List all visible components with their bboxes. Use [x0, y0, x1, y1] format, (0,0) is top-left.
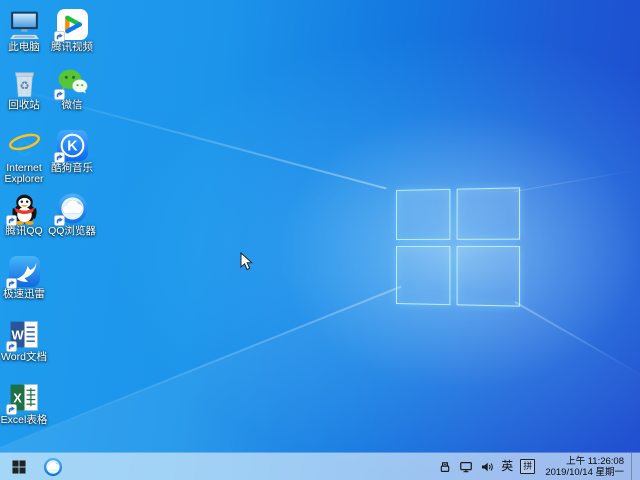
wechat-icon — [56, 66, 89, 99]
shortcut-arrow-icon — [6, 215, 17, 226]
desktop-icon-label: 微信 — [48, 100, 96, 111]
shortcut-arrow-icon — [54, 215, 65, 226]
windows-logo-pane — [457, 246, 520, 307]
windows-start-icon — [12, 460, 26, 474]
desktop-icon-tencent-video[interactable]: 腾讯视频 — [48, 8, 96, 53]
shortcut-arrow-icon — [54, 31, 65, 42]
desktop-icon-label: 酷狗音乐 — [48, 163, 96, 174]
word-icon — [8, 318, 41, 351]
wallpaper-windows-logo — [396, 187, 520, 306]
wallpaper-light-ray — [515, 301, 640, 376]
desktop-icon-label: Internet Explorer — [0, 163, 48, 185]
desktop-icon-word-doc[interactable]: Word文档 — [0, 318, 48, 363]
desktop-icon-label: 此电脑 — [0, 42, 48, 53]
desktop-icon-label: 腾讯视频 — [48, 42, 96, 53]
internet-explorer-icon — [8, 129, 41, 162]
desktop-icon-excel-sheet[interactable]: Excel表格 — [0, 381, 48, 426]
kugou-music-icon — [56, 129, 89, 162]
taskbar-clock[interactable]: 上午 11:26:08 2019/10/14 星期一 — [542, 456, 624, 478]
qq-browser-icon — [56, 192, 89, 225]
taskbar-pinned-qq-browser[interactable] — [38, 453, 68, 480]
windows-logo-pane — [396, 246, 450, 305]
clock-date: 2019/10/14 星期一 — [545, 467, 624, 478]
desktop-icon-recycle-bin[interactable]: 回收站 — [0, 66, 48, 111]
system-tray: 英 拼 上午 11:26:08 2019/10/14 星期一 — [438, 453, 640, 480]
wallpaper-light-ray — [515, 169, 640, 192]
desktop-icon-label: 腾讯QQ — [0, 226, 48, 237]
excel-icon — [8, 381, 41, 414]
desktop-icon-label: Word文档 — [0, 352, 48, 363]
show-desktop-button[interactable] — [631, 453, 637, 480]
desktop-icon-qq-browser[interactable]: QQ浏览器 — [48, 192, 96, 237]
wallpaper-light-wedge — [0, 280, 640, 480]
clock-time: 上午 11:26:08 — [545, 456, 624, 467]
thunder-icon — [8, 255, 41, 288]
usb-device-icon[interactable] — [438, 460, 452, 474]
desktop-icon-label: 极速迅雷 — [0, 289, 48, 300]
ime-pinyin-icon[interactable]: 拼 — [520, 459, 535, 474]
desktop-icon-label: Excel表格 — [0, 415, 48, 426]
network-icon[interactable] — [459, 460, 473, 474]
qq-browser-icon — [43, 457, 63, 477]
recycle-bin-icon — [8, 66, 41, 99]
windows-logo-pane — [457, 187, 520, 240]
desktop[interactable]: 此电脑腾讯视频回收站微信 Internet Explorer酷狗音乐腾讯QQQQ浏… — [0, 0, 640, 480]
desktop-icon-label: QQ浏览器 — [48, 226, 96, 237]
this-pc-icon — [8, 8, 41, 41]
taskbar: 英 拼 上午 11:26:08 2019/10/14 星期一 — [0, 453, 640, 480]
desktop-icon-tencent-qq[interactable]: 腾讯QQ — [0, 192, 48, 237]
desktop-icon-thunder[interactable]: 极速迅雷 — [0, 255, 48, 300]
wallpaper-light-ray — [0, 286, 401, 448]
shortcut-arrow-icon — [54, 152, 65, 163]
desktop-icon-internet-explorer[interactable]: Internet Explorer — [0, 129, 48, 185]
mouse-cursor — [240, 252, 253, 271]
shortcut-arrow-icon — [54, 89, 65, 100]
volume-icon[interactable] — [480, 460, 494, 474]
tencent-qq-icon — [8, 192, 41, 225]
desktop-icon-this-pc[interactable]: 此电脑 — [0, 8, 48, 53]
desktop-icon-kugou-music[interactable]: 酷狗音乐 — [48, 129, 96, 174]
tencent-video-icon — [56, 8, 89, 41]
shortcut-arrow-icon — [6, 278, 17, 289]
shortcut-arrow-icon — [6, 404, 17, 415]
shortcut-arrow-icon — [6, 341, 17, 352]
start-button[interactable] — [0, 453, 38, 480]
desktop-icon-wechat[interactable]: 微信 — [48, 66, 96, 111]
language-indicator[interactable]: 英 — [501, 453, 513, 480]
windows-logo-pane — [396, 189, 450, 240]
desktop-icon-label: 回收站 — [0, 100, 48, 111]
